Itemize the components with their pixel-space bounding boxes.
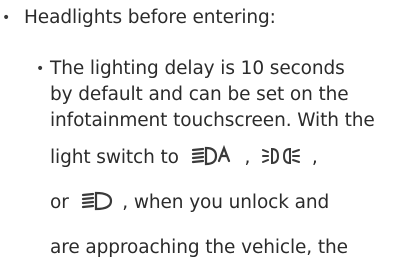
list-item-heading: Headlights before entering: [24, 7, 276, 28]
bullet-marker: • [2, 10, 11, 26]
paragraph-line-with-icons: light switch to , , [50, 145, 318, 170]
paragraph-line-with-icon: or , when you unlock and [50, 191, 329, 215]
paragraph-line: by default and can be set on the [50, 84, 349, 105]
paragraph-text: light switch to [50, 147, 179, 168]
auto-low-beam-headlight-icon-svg [191, 145, 230, 166]
paragraph-line: infotainment touchscreen. With the [50, 110, 375, 131]
auto-low-beam-headlight-icon [191, 145, 235, 167]
paragraph-line: The lighting delay is 10 seconds [50, 58, 345, 79]
paragraph-line: are approaching the vehicle, the [50, 237, 348, 258]
paragraph-text: or [50, 192, 69, 213]
low-beam-headlight-icon-svg [81, 191, 112, 211]
paragraph-text: , when you unlock and [122, 192, 330, 213]
sub-bullet-marker: • [36, 61, 45, 77]
parking-lights-icon-svg [262, 147, 301, 165]
parking-lights-icon [262, 146, 302, 166]
low-beam-headlight-icon [81, 190, 115, 212]
separator-comma: , [244, 147, 251, 168]
separator-comma: , [311, 147, 318, 168]
